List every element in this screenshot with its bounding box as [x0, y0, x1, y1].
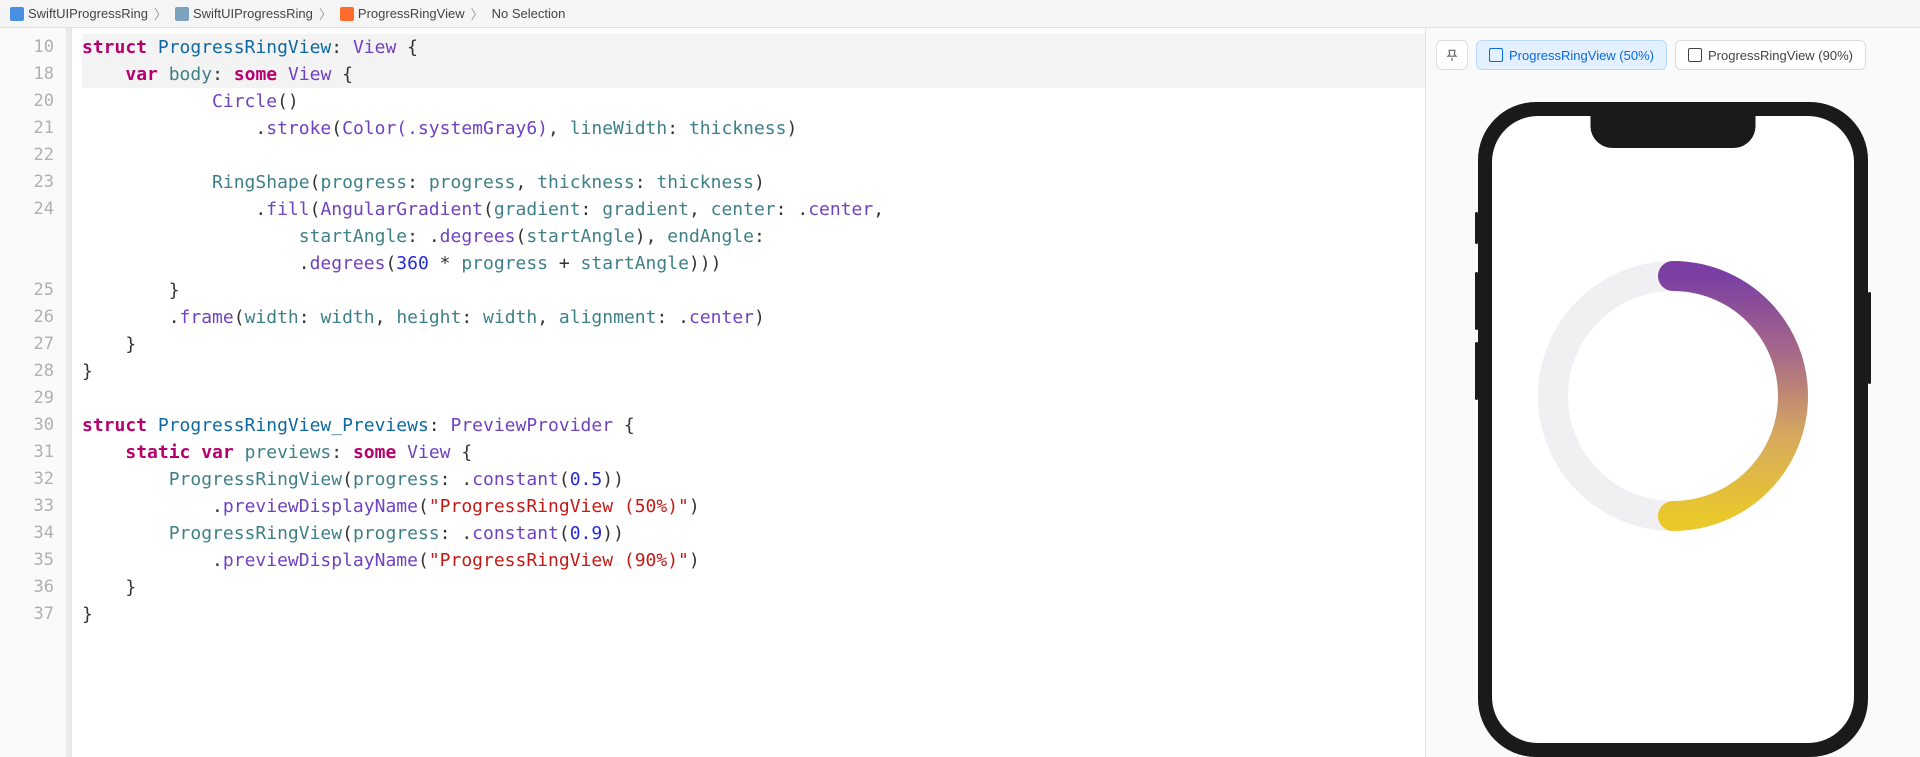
- swift-file-icon: [340, 7, 354, 21]
- crumb-file-label: ProgressRingView: [358, 6, 465, 21]
- preview-tab-label: ProgressRingView (50%): [1509, 48, 1654, 63]
- crumb-project-label: SwiftUIProgressRing: [28, 6, 148, 21]
- preview-tabs: ProgressRingView (50%) ProgressRingView …: [1426, 28, 1920, 82]
- preview-tab-50[interactable]: ProgressRingView (50%): [1476, 40, 1667, 70]
- device-notch: [1591, 116, 1756, 148]
- crumb-selection-label: No Selection: [492, 6, 566, 21]
- device-side-button: [1475, 272, 1478, 330]
- folder-icon: [175, 7, 189, 21]
- app-icon: [10, 7, 24, 21]
- chevron-right-icon: 〉: [471, 4, 484, 23]
- crumb-selection[interactable]: No Selection: [492, 6, 566, 21]
- code-area[interactable]: struct ProgressRingView: View { var body…: [72, 28, 1425, 757]
- canvas-preview-panel: ProgressRingView (50%) ProgressRingView …: [1425, 28, 1920, 757]
- progress-ring: [1523, 246, 1823, 546]
- device-side-button: [1868, 292, 1871, 384]
- crumb-project[interactable]: SwiftUIProgressRing 〉: [10, 4, 169, 23]
- line-gutter: 1018202122232425262728293031323334353637: [0, 28, 66, 757]
- cube-icon: [1489, 48, 1503, 62]
- crumb-folder-label: SwiftUIProgressRing: [193, 6, 313, 21]
- cube-icon: [1688, 48, 1702, 62]
- device-frame: [1478, 102, 1868, 757]
- code-editor[interactable]: 1018202122232425262728293031323334353637…: [0, 28, 1425, 757]
- preview-tab-label: ProgressRingView (90%): [1708, 48, 1853, 63]
- crumb-file[interactable]: ProgressRingView 〉: [340, 4, 486, 23]
- pin-button[interactable]: [1436, 40, 1468, 70]
- device-screen: [1492, 116, 1854, 743]
- chevron-right-icon: 〉: [154, 4, 167, 23]
- device-side-button: [1475, 342, 1478, 400]
- pin-icon: [1445, 48, 1459, 62]
- breadcrumb: SwiftUIProgressRing 〉 SwiftUIProgressRin…: [0, 0, 1920, 28]
- device-side-button: [1475, 212, 1478, 244]
- preview-tab-90[interactable]: ProgressRingView (90%): [1675, 40, 1866, 70]
- ring-svg: [1523, 246, 1823, 546]
- crumb-folder[interactable]: SwiftUIProgressRing 〉: [175, 4, 334, 23]
- chevron-right-icon: 〉: [319, 4, 332, 23]
